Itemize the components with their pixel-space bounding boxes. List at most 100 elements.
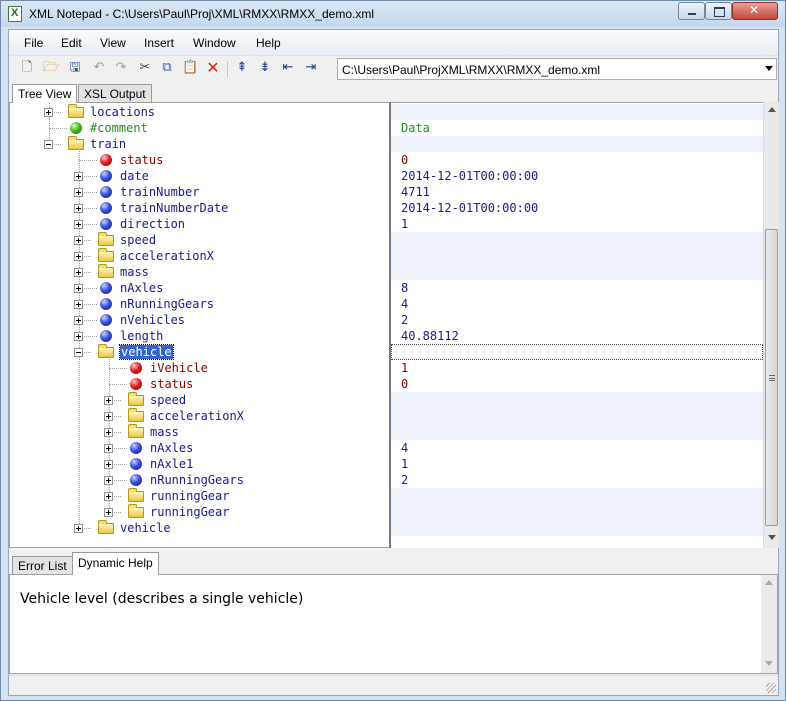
close-window-button[interactable]	[732, 2, 778, 20]
node-value-row[interactable]	[391, 344, 763, 360]
tree-node-label[interactable]: nVehicles	[120, 313, 185, 327]
expand-icon[interactable]	[104, 508, 113, 517]
open-folder-icon[interactable]: 🗁	[43, 60, 59, 76]
tree-node-label[interactable]: accelerationX	[120, 249, 214, 263]
tree-node-row[interactable]: nRunningGears	[10, 472, 389, 488]
title-bar[interactable]: XML Notepad - C:\Users\Paul\Proj\XML\RMX…	[1, 1, 785, 27]
expand-icon[interactable]	[74, 236, 83, 245]
expand-icon[interactable]	[104, 460, 113, 469]
tree-node-row[interactable]: nVehicles	[10, 312, 389, 328]
tree-node-row[interactable]: runningGear	[10, 488, 389, 504]
node-value-row[interactable]: 1	[391, 456, 763, 472]
tree-node-row[interactable]: speed	[10, 232, 389, 248]
tree-node-label[interactable]: #comment	[90, 121, 148, 135]
tree-node-row[interactable]: nAxles	[10, 280, 389, 296]
vertical-scrollbar[interactable]	[763, 102, 779, 548]
tree-node-row[interactable]: mass	[10, 424, 389, 440]
node-value-row[interactable]: 0	[391, 152, 763, 168]
tree-node-row[interactable]: trainNumberDate	[10, 200, 389, 216]
delete-icon[interactable]: ✕	[205, 60, 221, 76]
redo-icon[interactable]: ↷	[113, 60, 129, 76]
tab-error-list[interactable]: Error List	[12, 556, 73, 574]
menu-insert[interactable]: Insert	[144, 36, 174, 50]
tree-node-label[interactable]: train	[90, 137, 126, 151]
expand-icon[interactable]	[104, 428, 113, 437]
dropdown-arrow-icon[interactable]	[765, 66, 773, 71]
tree-node-label[interactable]: speed	[120, 233, 156, 247]
node-value-row[interactable]: 2	[391, 472, 763, 488]
node-value-row[interactable]	[391, 392, 763, 408]
tree-node-label[interactable]: trainNumberDate	[120, 201, 228, 215]
resize-grip-icon[interactable]	[766, 683, 776, 693]
help-scrollbar[interactable]	[761, 575, 777, 673]
menu-view[interactable]: View	[100, 36, 126, 50]
tree-node-label[interactable]: mass	[120, 265, 149, 279]
tree-node-label[interactable]: status	[150, 377, 193, 391]
copy-icon[interactable]: ⧉	[159, 60, 175, 76]
minimize-button[interactable]	[678, 2, 705, 20]
collapse-icon[interactable]	[44, 140, 53, 149]
node-value-row[interactable]	[391, 248, 763, 264]
tree-node-row[interactable]: date	[10, 168, 389, 184]
file-path-combobox[interactable]: C:\Users\Paul\ProjXML\RMXX\RMXX_demo.xml	[337, 58, 777, 80]
expand-icon[interactable]	[74, 220, 83, 229]
tree-node-label[interactable]: locations	[90, 105, 155, 119]
nudge-right-icon[interactable]: ⇥	[303, 60, 319, 76]
tree-node-label[interactable]: nRunningGears	[120, 297, 214, 311]
tree-node-label[interactable]: runningGear	[150, 489, 229, 503]
tree-node-row[interactable]: train	[10, 136, 389, 152]
undo-icon[interactable]: ↶	[91, 60, 107, 76]
scroll-up-arrow-icon[interactable]	[768, 107, 776, 112]
tree-node-row[interactable]: nRunningGears	[10, 296, 389, 312]
tree-node-label[interactable]: nRunningGears	[150, 473, 244, 487]
node-value-row[interactable]: 2014-12-01T00:00:00	[391, 168, 763, 184]
tree-node-row[interactable]: length	[10, 328, 389, 344]
cut-icon[interactable]: ✂	[137, 60, 153, 76]
tree-node-label[interactable]: direction	[120, 217, 185, 231]
node-value-row[interactable]	[391, 504, 763, 520]
xml-notepad-app-icon[interactable]	[8, 6, 22, 22]
tree-node-row[interactable]: runningGear	[10, 504, 389, 520]
tree-node-label[interactable]: accelerationX	[150, 409, 244, 423]
expand-icon[interactable]	[74, 172, 83, 181]
nudge-up-icon[interactable]: ⇞	[234, 60, 250, 76]
tree-node-label[interactable]: nAxle1	[150, 457, 193, 471]
expand-icon[interactable]	[74, 252, 83, 261]
tree-node-label[interactable]: vehicle	[119, 344, 174, 360]
node-value-row[interactable]: 1	[391, 216, 763, 232]
tree-node-label[interactable]: status	[120, 153, 163, 167]
tree-node-row[interactable]: vehicle	[10, 344, 389, 360]
tree-node-row[interactable]: vehicle	[10, 520, 389, 536]
tree-node-row[interactable]: status	[10, 376, 389, 392]
scroll-down-arrow-icon[interactable]	[765, 661, 773, 666]
node-value-row[interactable]	[391, 104, 763, 120]
tree-node-label[interactable]: iVehicle	[150, 361, 208, 375]
expand-icon[interactable]	[104, 476, 113, 485]
node-value-row[interactable]: 40.88112	[391, 328, 763, 344]
node-value-row[interactable]: 8	[391, 280, 763, 296]
expand-icon[interactable]	[44, 108, 53, 117]
node-value-row[interactable]: 2	[391, 312, 763, 328]
tab-xsl-output[interactable]: XSL Output	[78, 84, 152, 102]
tree-node-label[interactable]: mass	[150, 425, 179, 439]
tree-node-label[interactable]: runningGear	[150, 505, 229, 519]
node-value-row[interactable]: Data	[391, 120, 763, 136]
menu-help[interactable]: Help	[256, 36, 281, 50]
tab-tree-view[interactable]: Tree View	[12, 84, 78, 103]
tree-node-label[interactable]: date	[120, 169, 149, 183]
scroll-down-arrow-icon[interactable]	[768, 535, 776, 540]
tree-node-label[interactable]: vehicle	[120, 521, 171, 535]
expand-icon[interactable]	[74, 188, 83, 197]
menu-file[interactable]: File	[24, 36, 43, 50]
save-icon[interactable]: 🖫	[67, 60, 83, 76]
menu-edit[interactable]: Edit	[61, 36, 82, 50]
maximize-button[interactable]	[705, 2, 732, 20]
tree-node-row[interactable]: accelerationX	[10, 248, 389, 264]
expand-icon[interactable]	[104, 412, 113, 421]
tree-node-row[interactable]: mass	[10, 264, 389, 280]
tree-node-row[interactable]: nAxles	[10, 440, 389, 456]
node-value-row[interactable]	[391, 520, 763, 536]
tree-node-label[interactable]: speed	[150, 393, 186, 407]
tree-view-pane[interactable]: locations #comment train status date trainNum…	[9, 102, 389, 548]
expand-icon[interactable]	[74, 268, 83, 277]
